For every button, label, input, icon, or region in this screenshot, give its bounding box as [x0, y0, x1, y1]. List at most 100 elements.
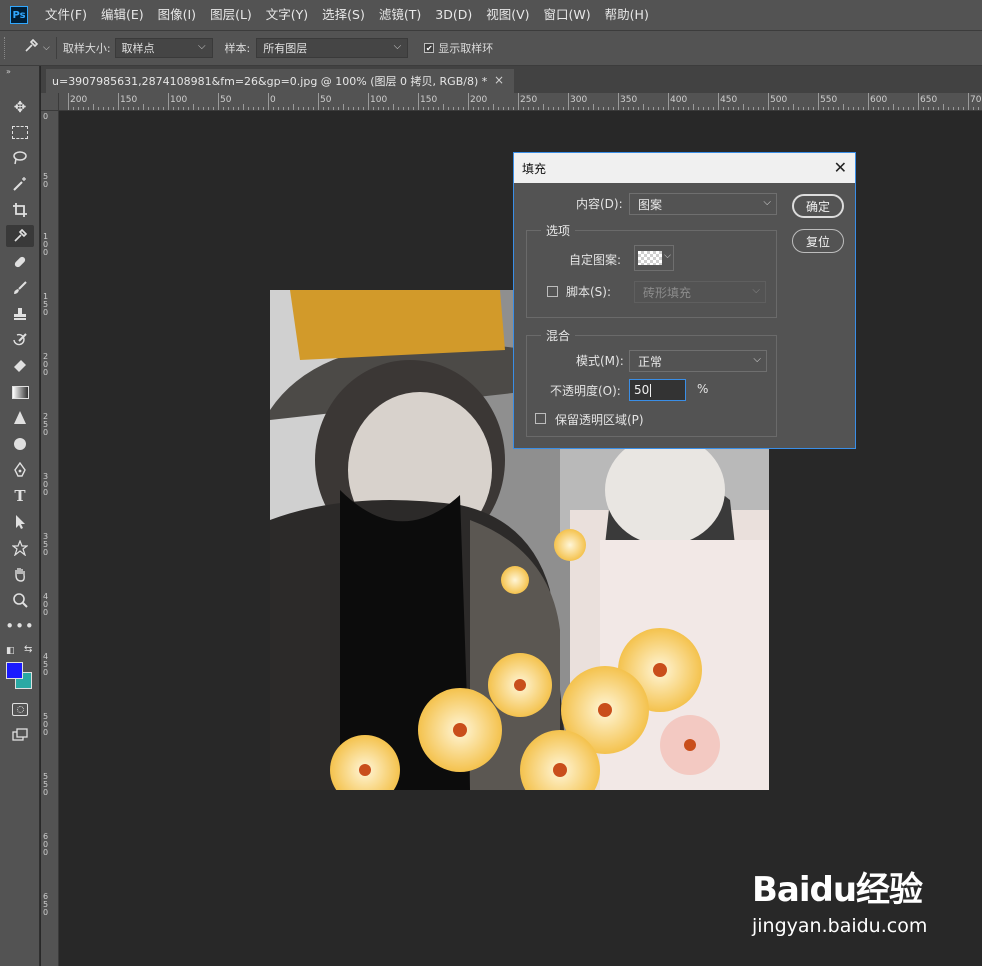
photoshop-logo-icon[interactable]: Ps [10, 6, 28, 24]
ruler-tick [308, 107, 309, 110]
ruler-tick [168, 93, 169, 110]
ruler-tick [448, 107, 449, 110]
ruler-tick [888, 107, 889, 110]
history-brush-tool-icon[interactable] [6, 329, 34, 351]
ruler-tick [763, 107, 764, 110]
ruler-tick [883, 107, 884, 110]
custom-shape-tool-icon[interactable] [6, 537, 34, 559]
ruler-tick [753, 107, 754, 110]
ruler-tick [373, 107, 374, 110]
ruler-tick [263, 107, 264, 110]
ruler-tick [503, 107, 504, 110]
menu-bar: Ps 文件(F) 编辑(E) 图像(I) 图层(L) 文字(Y) 选择(S) 滤镜(T) 3D… [0, 0, 982, 30]
gradient-tool-icon[interactable] [6, 381, 34, 403]
reset-button[interactable]: 复位 [792, 229, 844, 253]
ruler-tick [923, 107, 924, 110]
collapse-panel-icon[interactable]: » [6, 67, 11, 76]
menu-item[interactable]: 视图(V) [479, 0, 536, 30]
menu-item[interactable]: 文件(F) [38, 0, 94, 30]
ruler-tick [343, 104, 344, 110]
lasso-tool-icon[interactable] [6, 147, 34, 169]
healing-brush-tool-icon[interactable] [6, 251, 34, 273]
ruler-tick [713, 107, 714, 110]
mode-select[interactable]: 正常 ⌵ [629, 350, 767, 372]
ruler-tick [858, 107, 859, 110]
ruler-tick [333, 107, 334, 110]
screen-mode-icon[interactable] [6, 724, 34, 746]
magic-wand-tool-icon[interactable] [6, 173, 34, 195]
chevron-down-icon: ⌵ [197, 41, 206, 52]
ruler-label: 650 [43, 892, 49, 917]
sample-size-select[interactable]: 取样点 ⌵ [114, 38, 213, 58]
chevron-down-icon: ⌵ [763, 197, 771, 208]
ruler-tick [473, 107, 474, 110]
close-icon[interactable]: × [494, 73, 504, 87]
quick-mask-icon[interactable] [6, 698, 34, 720]
more-tools-icon[interactable]: ••• [5, 615, 34, 637]
sample-label: 样本: [224, 42, 251, 55]
menu-item[interactable]: 选择(S) [315, 0, 372, 30]
ruler-tick [828, 107, 829, 110]
dialog-title: 填充 [522, 161, 547, 176]
tool-preset-chevron-icon[interactable]: ⌵ [43, 43, 50, 53]
ruler-tick [978, 107, 979, 110]
horizontal-ruler[interactable]: 200 150 100 50 0 50 100 150 200 250 300 350 400 450 50… [59, 93, 982, 111]
ruler-tick [703, 107, 704, 110]
ruler-tick [273, 107, 274, 110]
ruler-label: 200 [43, 352, 49, 377]
ruler-label: 150 [43, 292, 49, 317]
vertical-ruler[interactable]: 0 50 100 150 200 250 300 350 400 450 500 550 600 650 [41, 111, 59, 966]
dodge-tool-icon[interactable] [6, 433, 34, 455]
script-select[interactable]: 砖形填充 ⌵ [634, 281, 766, 303]
move-tool-icon[interactable]: ✥ [6, 96, 34, 118]
opacity-input[interactable]: 50 [629, 379, 686, 401]
path-selection-tool-icon[interactable] [6, 511, 34, 533]
ruler-tick [478, 107, 479, 110]
pen-tool-icon[interactable] [6, 459, 34, 481]
ruler-tick [293, 104, 294, 110]
custom-pattern-label: 自定图案: [569, 253, 622, 267]
close-icon[interactable]: ✕ [834, 158, 847, 177]
menu-item[interactable]: 编辑(E) [94, 0, 151, 30]
menu-item[interactable]: 3D(D) [428, 0, 479, 30]
eyedropper-icon[interactable] [23, 38, 39, 58]
eraser-tool-icon[interactable] [6, 355, 34, 377]
script-checkbox[interactable] [547, 286, 558, 297]
dialog-title-bar[interactable]: 填充 ✕ [514, 153, 855, 183]
ruler-tick [348, 107, 349, 110]
menu-item[interactable]: 帮助(H) [598, 0, 656, 30]
foreground-color-swatch[interactable] [6, 662, 23, 679]
document-tab[interactable]: u=3907985631,2874108981&fm=26&gp=0.jpg @… [46, 69, 514, 93]
menu-item[interactable]: 滤镜(T) [372, 0, 428, 30]
crop-tool-icon[interactable] [6, 199, 34, 221]
eyedropper-tool-icon[interactable] [6, 225, 34, 247]
ok-button[interactable]: 确定 [792, 194, 844, 218]
preserve-transparency-checkbox[interactable] [535, 413, 546, 424]
sample-select[interactable]: 所有图层 ⌵ [256, 38, 409, 58]
ruler-tick [128, 107, 129, 110]
default-colors-icon[interactable]: ◧ [6, 646, 15, 656]
swap-colors-icon[interactable]: ⇆ [24, 644, 32, 655]
menu-item[interactable]: 图像(I) [151, 0, 203, 30]
menu-item[interactable]: 窗口(W) [537, 0, 598, 30]
clone-stamp-tool-icon[interactable] [6, 303, 34, 325]
hand-tool-icon[interactable] [6, 563, 34, 585]
menu-item[interactable]: 图层(L) [203, 0, 259, 30]
zoom-tool-icon[interactable] [6, 589, 34, 611]
content-select[interactable]: 图案 ⌵ [629, 193, 777, 215]
ruler-origin[interactable] [41, 93, 59, 111]
options-bar-grip[interactable] [4, 37, 9, 59]
ruler-tick [123, 107, 124, 110]
ruler-tick [253, 107, 254, 110]
ruler-tick [938, 107, 939, 110]
ruler-label: 0 [270, 95, 276, 105]
show-ring-checkbox[interactable]: ✔ [424, 43, 435, 53]
blur-tool-icon[interactable] [6, 407, 34, 429]
brush-tool-icon[interactable] [6, 277, 34, 299]
menu-item[interactable]: 文字(Y) [259, 0, 315, 30]
pattern-picker[interactable]: ⌵ [634, 245, 674, 271]
marquee-tool-icon[interactable] [6, 121, 34, 143]
ruler-tick [98, 107, 99, 110]
type-tool-icon[interactable]: T [6, 485, 34, 507]
ruler-tick [688, 107, 689, 110]
